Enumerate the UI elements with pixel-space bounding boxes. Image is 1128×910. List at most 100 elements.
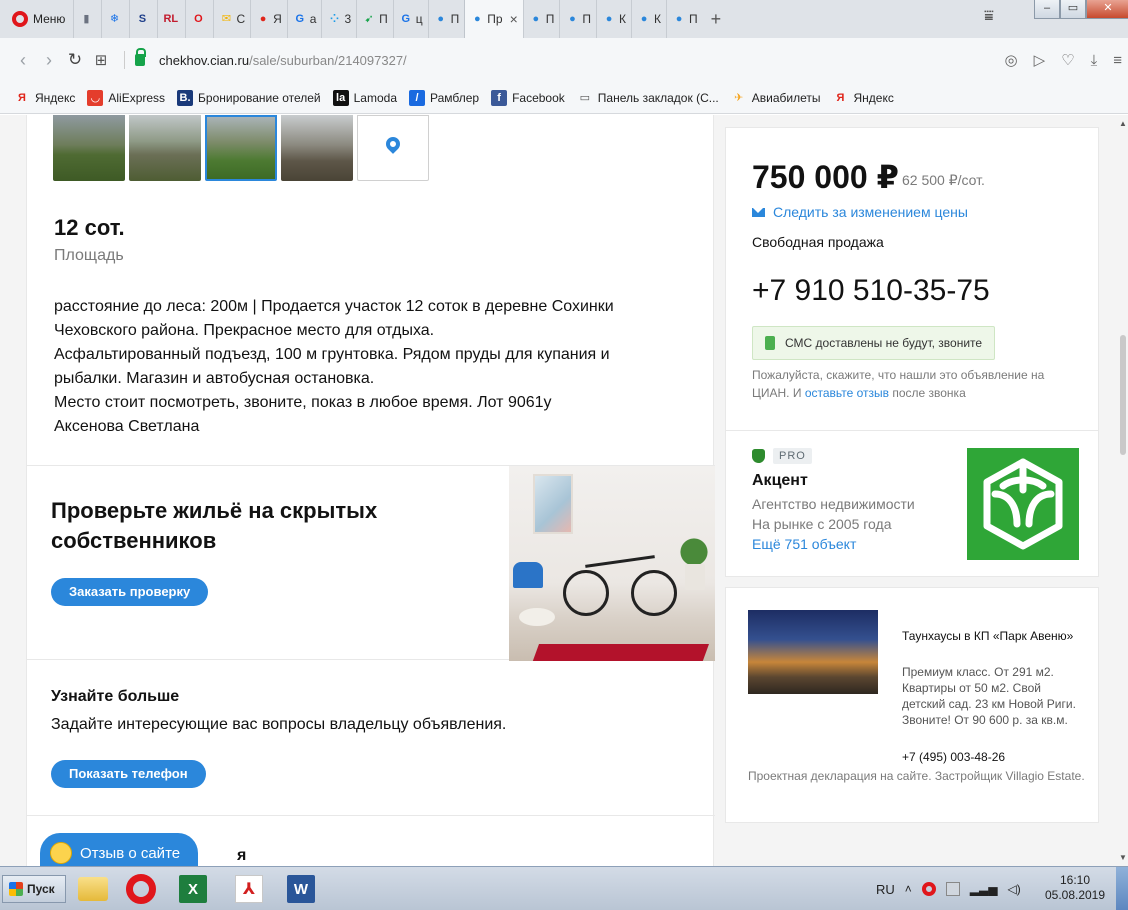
agency-logo[interactable] [967,448,1079,560]
ad-image[interactable] [748,610,878,694]
seller-phone[interactable]: +7 910 510-35-75 [752,274,990,308]
tab[interactable]: ⁘ 3 [321,0,356,38]
tab[interactable]: Gц [392,0,428,38]
network-icon[interactable]: ▂▃▅ [970,882,998,896]
area-label: Площадь [54,247,124,264]
tab-menu-icon[interactable]: ⩸ [984,8,994,26]
tab-strip: Меню ▮ ❄ S RL O ✉ C ● Я Ga ⁘ 3 ➹ П Gц ● П ● Пр × ● П ● П ● К ● К ● П … [0,0,1128,38]
start-button[interactable]: Пуск [2,875,66,903]
taskbar-excel[interactable]: X [172,871,214,907]
url-field[interactable]: chekhov.cian.ru/sale/suburban/214097327/ [159,53,407,68]
ad-card[interactable]: Таунхаусы в КП «Парк Авеню» Премиум клас… [725,587,1099,823]
map-thumbnail[interactable] [357,115,429,181]
download-icon[interactable]: ⤓ [1091,52,1098,69]
photo-thumbnail-selected[interactable] [205,115,277,181]
tab[interactable]: ● П [559,0,596,38]
photo-thumbnail[interactable] [281,115,353,181]
bookmark-item[interactable]: Я Яндекс [14,90,75,106]
bookmark-item[interactable]: ▭ Панель закладок (С... [577,90,719,106]
tab[interactable]: ● П [427,0,465,38]
tab[interactable]: ● К [631,0,666,38]
snowflake-icon: ❄ [109,13,120,25]
scroll-thumb[interactable] [1120,335,1126,455]
bookmark-item[interactable]: ✈ Авиабилеты [731,90,820,106]
forward-icon[interactable]: › [36,50,62,71]
bookmark-label: Рамблер [430,90,480,105]
speed-dial-icon[interactable]: ⊞ [88,51,114,69]
bookmark-item[interactable]: la Lamoda [332,89,397,106]
bicycle-wheel [563,570,609,616]
close-window-button[interactable]: ✕ [1086,0,1128,19]
bookmarks-bar: Я Яндекс ◡ AliExpress B. Бронирование отелей l… [0,82,1128,114]
map-pin-icon: ● [569,13,576,25]
volume-icon[interactable]: ◁) [1007,882,1020,896]
camera-icon[interactable]: ◎ [1005,51,1018,69]
bookmark-label: Яндекс [35,90,76,105]
tab[interactable]: ▮ [73,0,101,38]
follow-price-link[interactable]: Следить за изменением цены [752,204,968,220]
tray-expand-icon[interactable]: ˄ [905,882,912,896]
close-tab-icon[interactable]: × [510,11,518,27]
tab[interactable]: O [185,0,213,38]
opera-menu-button[interactable]: Меню [0,0,73,38]
taskbar-pdf-reader[interactable]: ⅄ [228,871,270,907]
feedback-button[interactable]: Отзыв о сайте [40,833,199,866]
tab-label: П [689,12,698,26]
opera-tray-icon[interactable] [921,882,936,896]
photo-thumbnail[interactable] [53,115,125,181]
scroll-down-icon[interactable]: ▼ [1119,853,1127,862]
bookmark-item[interactable]: f Facebook [491,89,565,106]
tab[interactable]: S [129,0,157,38]
tab-active[interactable]: ● Пр × [464,0,523,38]
bookmark-item[interactable]: B. Бронирование отелей [177,89,321,106]
send-icon[interactable]: ▷ [1034,51,1046,69]
agency-name[interactable]: Акцент [752,472,808,490]
clock-time: 16:10 [1059,873,1091,887]
booking-icon: B. [177,89,194,106]
taskbar-word[interactable]: W [280,871,322,907]
heart-icon[interactable]: ♡ [1061,51,1074,69]
wall-painting [533,474,573,534]
ad-title[interactable]: Таунхаусы в КП «Парк Авеню» [902,628,1082,644]
menu-label: Меню [33,12,66,26]
tab[interactable]: ✉ C [213,0,250,38]
order-check-button[interactable]: Заказать проверку [51,578,209,606]
lock-icon[interactable] [135,48,146,66]
show-phone-button[interactable]: Показать телефон [51,760,206,788]
photo-thumbnail[interactable] [129,115,201,181]
settings-icon[interactable]: ≡ [1113,52,1122,69]
leave-review-link[interactable]: оставьте отзыв [805,386,889,400]
description-line: расстояние до леса: 200м | Продается уча… [54,298,614,315]
lamoda-icon: la [332,89,349,106]
tab[interactable]: RL [157,0,185,38]
tab[interactable]: ● Я [250,0,287,38]
reload-icon[interactable]: ↻ [62,50,88,70]
tab[interactable]: ● К [596,0,631,38]
tab[interactable]: Ga [286,0,322,38]
tab[interactable]: ❄ [101,0,129,38]
s-logo-icon: S [138,13,147,25]
language-indicator[interactable]: RU [876,882,895,897]
maximize-button[interactable]: ▭ [1060,0,1086,19]
taskbar-explorer[interactable] [72,871,114,907]
minimize-button[interactable]: – [1034,0,1060,19]
scrollbar[interactable]: ▲ ▼ [1118,115,1128,866]
bookmark-item[interactable]: / Рамблер [409,89,480,106]
agency-more-listings-link[interactable]: Ещё 751 объект [752,536,856,552]
taskbar-opera[interactable] [120,871,162,907]
action-center-icon[interactable] [945,882,960,896]
bookmark-label: Панель закладок (С... [597,90,719,105]
show-desktop-button[interactable] [1116,867,1128,910]
clock[interactable]: 16:10 05.08.2019 [1040,873,1110,903]
price-per-unit: 62 500 ₽/сот. [902,172,985,188]
scroll-up-icon[interactable]: ▲ [1119,119,1127,128]
bookmark-item[interactable]: ◡ AliExpress [87,89,165,106]
bookmark-item[interactable]: Я Яндекс [832,90,894,106]
tab[interactable]: ➹ П [356,0,393,38]
back-icon[interactable]: ‹ [10,50,36,71]
tab[interactable]: ● П [522,0,560,38]
tab[interactable]: ● П [666,0,703,38]
new-tab-button[interactable]: + [703,9,730,30]
word-icon: W [287,875,315,903]
opera-icon: O [194,13,203,25]
